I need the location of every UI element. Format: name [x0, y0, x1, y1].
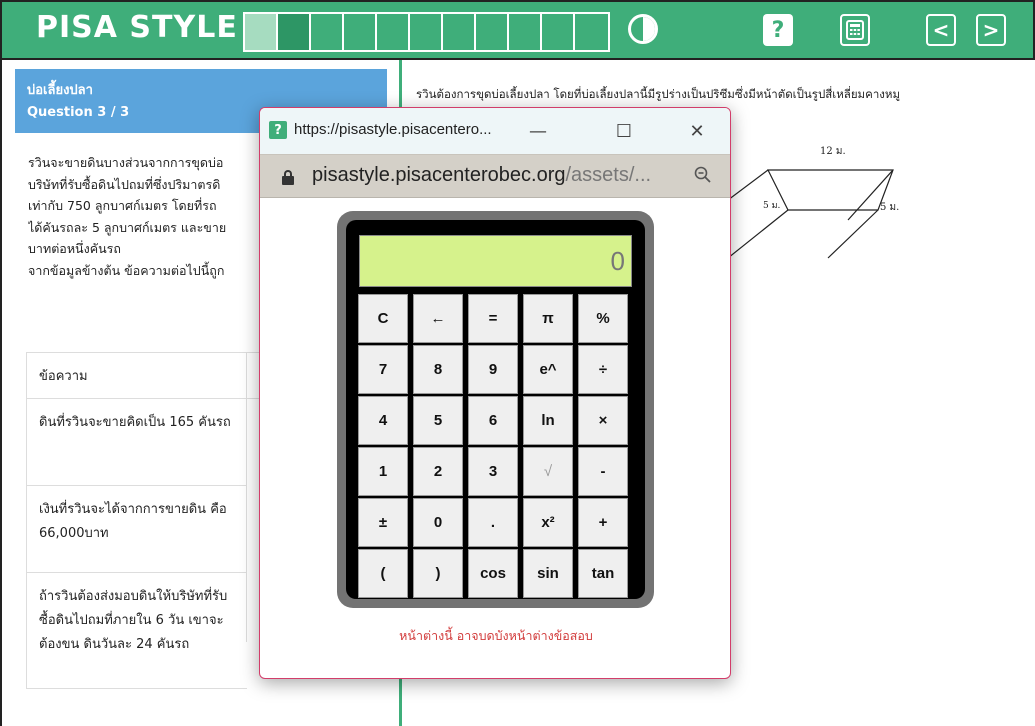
key-ln[interactable]: ln	[523, 396, 573, 445]
progress-cell[interactable]	[542, 14, 575, 50]
progress-cell[interactable]	[278, 14, 311, 50]
address-bar[interactable]: pisastyle.pisacenterobec.org/assets/...	[260, 154, 730, 198]
url-path: /assets/...	[565, 164, 652, 186]
key-divide[interactable]: ÷	[578, 345, 628, 394]
progress-cell[interactable]	[377, 14, 410, 50]
top-bar: PISA STYLE ? < >	[0, 0, 1035, 60]
story-line: ได้คันรถละ 5 ลูกบาศก์เมตร และขาย	[28, 219, 227, 235]
story-line: บาทต่อหนึ่งคันรถ	[28, 241, 121, 256]
popup-titlebar[interactable]: ? https://pisastyle.pisacentero... — ☐ ✕	[260, 108, 730, 154]
statement-table: ข้อความ ดินที่รวินจะขายคิดเป็น 165 คันรถ…	[26, 352, 266, 689]
key-close-paren[interactable]: )	[413, 549, 463, 598]
key-2[interactable]: 2	[413, 447, 463, 496]
key-5[interactable]: 5	[413, 396, 463, 445]
scenario-text: รวินต้องการขุดบ่อเลี้ยงปลา โดยที่บ่อเลี้…	[416, 87, 901, 101]
brand-title: PISA STYLE	[36, 10, 238, 45]
progress-cell[interactable]	[476, 14, 509, 50]
calculator-popup-window: ? https://pisastyle.pisacentero... — ☐ ✕…	[259, 107, 731, 679]
key-plus[interactable]: +	[578, 498, 628, 547]
key-multiply[interactable]: ×	[578, 396, 628, 445]
table-row: เงินที่รวินจะได้จากการขายดิน คือ 66,000บ…	[26, 486, 247, 573]
chevron-left-icon[interactable]: <	[926, 14, 956, 46]
calculator-display: 0	[359, 235, 632, 287]
table-row: ถ้ารวินต้องส่งมอบดินให้บริษัทที่รับซื้อด…	[26, 573, 247, 689]
key-8[interactable]: 8	[413, 345, 463, 394]
minimize-button[interactable]: —	[518, 116, 558, 146]
key-tan[interactable]: tan	[578, 549, 628, 598]
zoom-out-icon[interactable]	[694, 166, 712, 188]
popup-warning: หน้าต่างนี้ อาจบดบังหน้าต่างข้อสอบ	[399, 628, 593, 643]
contrast-icon[interactable]	[628, 14, 658, 44]
key-cos[interactable]: cos	[468, 549, 518, 598]
key-sin[interactable]: sin	[523, 549, 573, 598]
question-progress	[243, 12, 610, 52]
story-line: รวินจะขายดินบางส่วนจากการขุดบ่อ	[28, 155, 224, 170]
diagram-label-left: 5 ม.	[763, 201, 781, 211]
progress-cell[interactable]	[575, 14, 608, 50]
story-line: จากข้อมูลข้างต้น ข้อความต่อไปนี้ถูก	[28, 262, 225, 278]
key-6[interactable]: 6	[468, 396, 518, 445]
lock-icon	[282, 170, 294, 185]
diagram-label-top: 12 ม.	[820, 146, 846, 157]
maximize-button[interactable]: ☐	[604, 116, 644, 146]
diagram-label-right: 5 ม.	[880, 202, 899, 213]
progress-cell[interactable]	[344, 14, 377, 50]
chevron-right-icon[interactable]: >	[976, 14, 1006, 46]
key-0[interactable]: 0	[413, 498, 463, 547]
progress-cell[interactable]	[509, 14, 542, 50]
key-minus[interactable]: -	[578, 447, 628, 496]
progress-cell[interactable]	[311, 14, 344, 50]
key-9[interactable]: 9	[468, 345, 518, 394]
key-4[interactable]: 4	[358, 396, 408, 445]
url-domain: pisastyle.pisacenterobec.org	[312, 164, 566, 186]
question-story: รวินจะขายดินบางส่วนจากการขุดบ่อบริษัทที่…	[28, 152, 263, 281]
key-plus-minus[interactable]: ±	[358, 498, 408, 547]
calculator-keypad: C ← = π% 7 8 9 e^ ÷ 4 5 6 ln × 1 2 3 √ - ±0. x² + () cos sin tan	[358, 294, 631, 598]
table-header: ข้อความ	[26, 353, 266, 399]
prism-diagram: 12 ม. 5 ม. 5 ม.	[728, 146, 899, 259]
story-line: บริษัทที่รับซื้อดินไปถมที่ซึ่งปริมาตรดิ	[28, 176, 221, 192]
calculator-icon[interactable]	[840, 14, 870, 46]
url-text[interactable]: pisastyle.pisacenterobec.org/assets/...	[312, 164, 651, 187]
close-button[interactable]: ✕	[677, 116, 717, 146]
key-3[interactable]: 3	[468, 447, 518, 496]
table-row: ดินที่รวินจะขายคิดเป็น 165 คันรถ	[26, 399, 247, 486]
progress-cell[interactable]	[443, 14, 476, 50]
key-decimal[interactable]: .	[468, 498, 518, 547]
progress-cell[interactable]	[245, 14, 278, 50]
key-sqrt[interactable]: √	[523, 447, 573, 496]
calculator: 0 C ← = π% 7 8 9 e^ ÷ 4 5 6 ln × 1 2 3 √ - ±0. x² + () cos sin ta…	[337, 211, 654, 608]
help-icon[interactable]: ?	[763, 14, 793, 46]
popup-title: https://pisastyle.pisacentero...	[294, 121, 492, 138]
key-equals[interactable]: =	[468, 294, 518, 343]
question-title: บ่อเลี้ยงปลา	[27, 83, 93, 98]
key-1[interactable]: 1	[358, 447, 408, 496]
key-exp[interactable]: e^	[523, 345, 573, 394]
key-7[interactable]: 7	[358, 345, 408, 394]
key-pi[interactable]: π	[523, 294, 573, 343]
key-percent[interactable]: %	[578, 294, 628, 343]
pisa-help-icon: ?	[269, 121, 287, 139]
story-line: เท่ากับ 750 ลูกบาศก์เมตร โดยที่รถ	[28, 198, 217, 213]
progress-cell[interactable]	[410, 14, 443, 50]
key-square[interactable]: x²	[523, 498, 573, 547]
key-clear[interactable]: C	[358, 294, 408, 343]
key-backspace[interactable]: ←	[413, 294, 463, 343]
key-open-paren[interactable]: (	[358, 549, 408, 598]
